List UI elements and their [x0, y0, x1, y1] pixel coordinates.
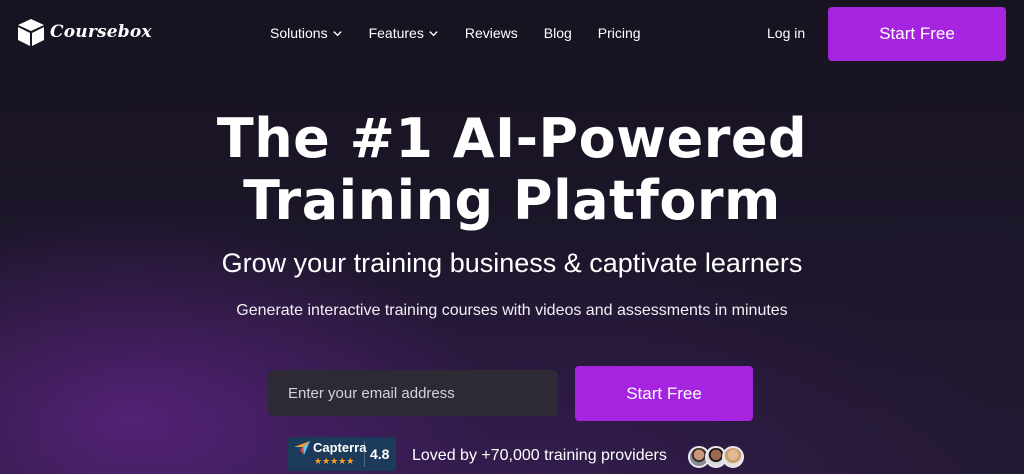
nav-features-label: Features [368, 25, 424, 41]
nav-features[interactable]: Features [369, 25, 439, 41]
avatar-group [688, 446, 744, 468]
brand-name: Coursebox [50, 22, 152, 42]
nav-solutions[interactable]: Solutions [270, 25, 343, 41]
email-input[interactable] [268, 370, 558, 416]
hero-title: The #1 AI-Powered Training Platform [0, 108, 1024, 232]
nav-pricing[interactable]: Pricing [598, 25, 641, 41]
capterra-logo-icon [294, 441, 310, 455]
capterra-brand-block: Capterra ★★★★★ [288, 441, 366, 467]
hero-title-line-2: Training Platform [243, 169, 781, 232]
capterra-stars: ★★★★★ [314, 456, 355, 466]
nav-pricing-label: Pricing [597, 25, 641, 41]
main-nav: Solutions Features Reviews Blog Pricing [270, 25, 641, 41]
hero-description: Generate interactive training courses wi… [236, 302, 788, 319]
nav-reviews-label: Reviews [464, 25, 518, 41]
box-icon [18, 19, 44, 46]
nav-blog[interactable]: Blog [544, 25, 572, 41]
nav-solutions-label: Solutions [270, 25, 328, 41]
capterra-name: Capterra [313, 440, 367, 455]
capterra-badge[interactable]: Capterra ★★★★★ 4.8 [288, 437, 396, 471]
chevron-down-icon [429, 30, 438, 36]
nav-blog-label: Blog [543, 25, 572, 41]
brand-logo[interactable]: Coursebox [16, 17, 152, 47]
capterra-brand: Capterra [294, 441, 366, 455]
nav-reviews[interactable]: Reviews [465, 25, 518, 41]
hero-title-line-1: The #1 AI-Powered [216, 107, 808, 170]
login-link[interactable]: Log in [767, 25, 805, 41]
chevron-down-icon [332, 30, 342, 36]
hero-start-free-button[interactable]: Start Free [575, 366, 753, 421]
capterra-score: 4.8 [370, 446, 390, 462]
hero-subtitle: Grow your training business & captivate … [221, 248, 803, 278]
avatar [722, 446, 744, 468]
loved-by-text: Loved by +70,000 training providers [412, 447, 667, 464]
header-start-free-button[interactable]: Start Free [828, 7, 1006, 61]
